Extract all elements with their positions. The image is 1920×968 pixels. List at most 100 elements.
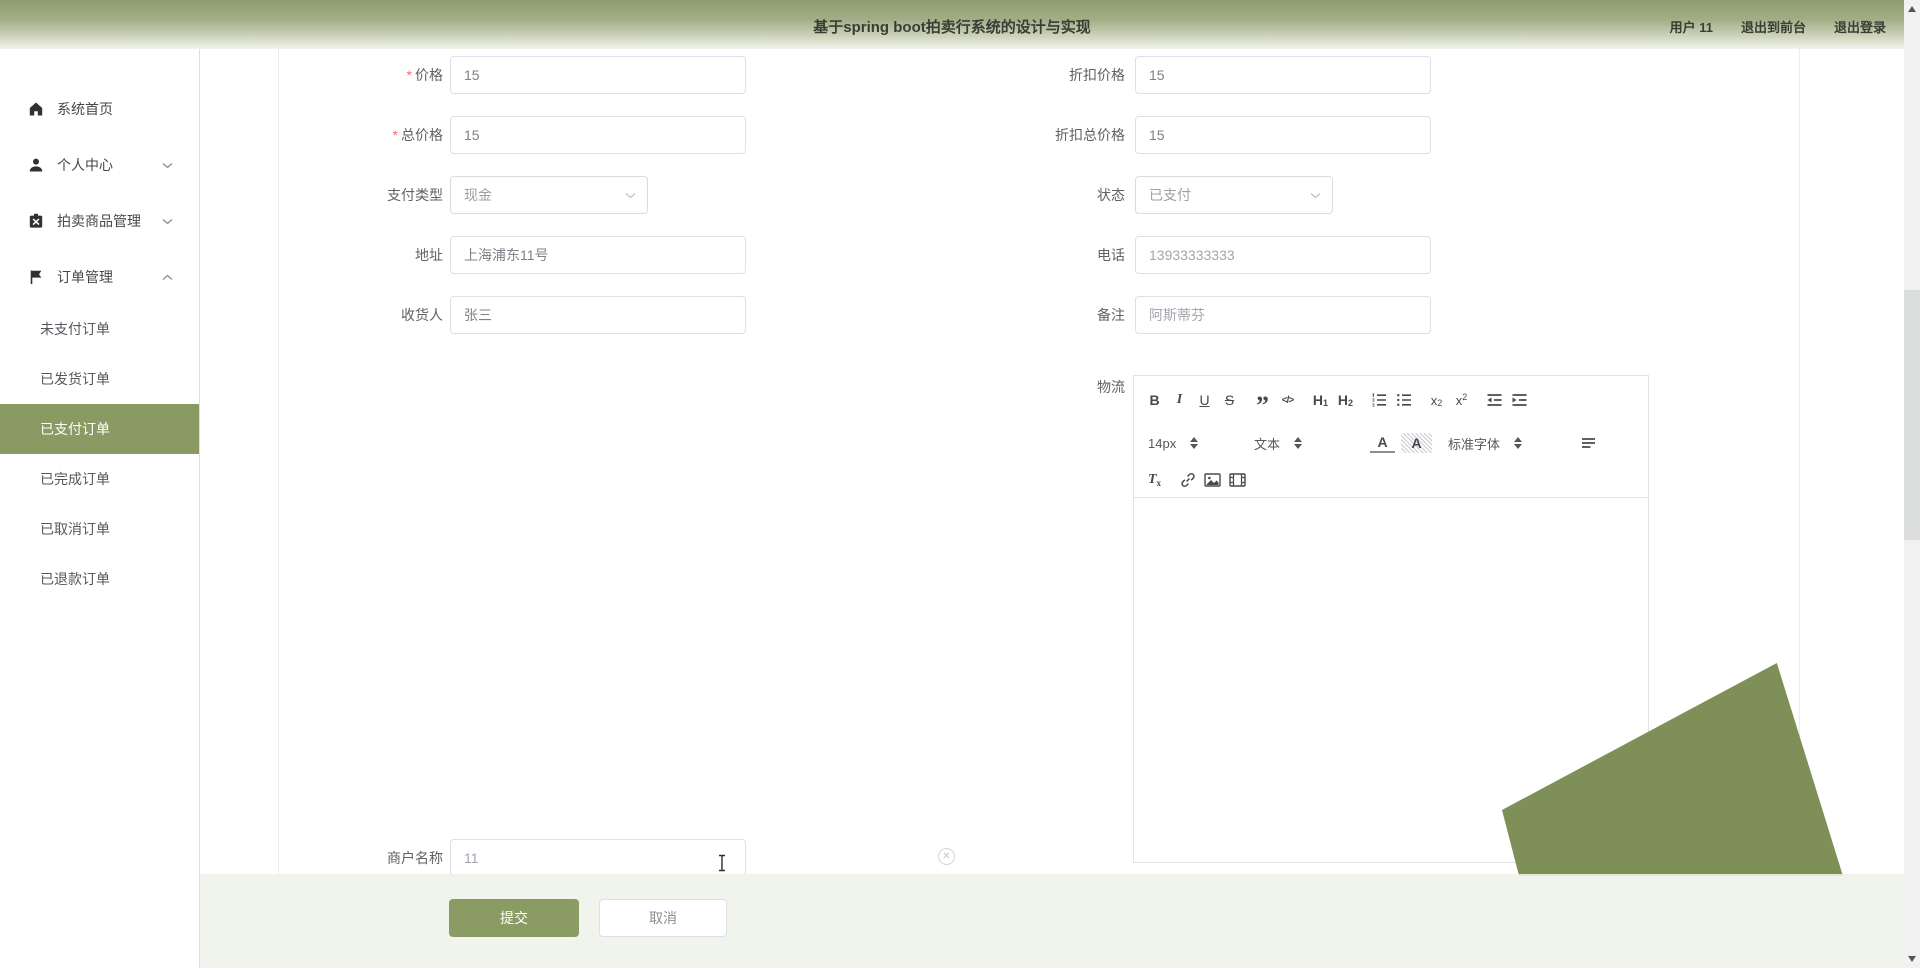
video-icon[interactable] <box>1225 471 1250 489</box>
indent-icon[interactable] <box>1507 391 1532 409</box>
link-icon[interactable] <box>1175 471 1200 489</box>
header1-icon[interactable]: H1 <box>1308 391 1333 409</box>
sidebar-subitem-cancelled-orders[interactable]: 已取消订单 <box>0 504 199 554</box>
total-price-input[interactable] <box>450 116 746 154</box>
status-value: 已支付 <box>1149 187 1191 203</box>
format-value: 文本 <box>1254 436 1281 452</box>
discount-price-input[interactable] <box>1135 56 1431 94</box>
sidebar-item-label: 个人中心 <box>57 157 113 173</box>
scrollbar-down-arrow-icon[interactable] <box>1908 956 1916 962</box>
align-icon[interactable] <box>1576 434 1601 452</box>
clear-circle-icon[interactable]: ✕ <box>938 848 955 865</box>
sidebar-subitem-label: 已取消订单 <box>40 521 110 537</box>
required-asterisk: * <box>406 67 412 83</box>
underline-icon[interactable]: U <box>1192 391 1217 409</box>
outdent-icon[interactable] <box>1482 391 1507 409</box>
italic-icon[interactable]: I <box>1167 391 1192 409</box>
subscript-icon[interactable]: x2 <box>1424 391 1449 409</box>
updown-icon <box>1294 437 1303 449</box>
merchant-name-input[interactable] <box>450 839 746 877</box>
ordered-list-icon[interactable] <box>1366 391 1391 409</box>
consignee-label: 收货人 <box>401 307 443 323</box>
home-icon <box>28 101 44 117</box>
logistics-label: 物流 <box>1097 379 1125 395</box>
image-icon[interactable] <box>1200 471 1225 489</box>
sidebar-subitem-shipped-orders[interactable]: 已发货订单 <box>0 354 199 404</box>
top-links: 用户 11 退出到前台 退出登录 <box>1670 17 1886 36</box>
strikethrough-icon[interactable]: S <box>1217 391 1242 409</box>
chevron-up-icon <box>162 274 173 281</box>
consignee-input[interactable] <box>450 296 746 334</box>
logout-link[interactable]: 退出登录 <box>1834 17 1886 36</box>
updown-icon <box>1190 437 1199 449</box>
bullet-list-icon[interactable] <box>1391 391 1416 409</box>
sidebar-item-label: 系统首页 <box>57 101 113 117</box>
address-input[interactable] <box>450 236 746 274</box>
address-label: 地址 <box>415 247 443 263</box>
chevron-down-icon <box>1310 192 1321 198</box>
pay-type-label: 支付类型 <box>387 187 443 203</box>
phone-input[interactable] <box>1135 236 1431 274</box>
discount-price-label: 折扣价格 <box>1069 67 1125 83</box>
updown-icon <box>1514 437 1523 449</box>
box-icon <box>28 213 44 229</box>
scrollbar-up-arrow-icon[interactable] <box>1908 6 1916 12</box>
user-icon <box>28 157 44 173</box>
font-size-value: 14px <box>1148 435 1177 451</box>
price-input[interactable] <box>450 56 746 94</box>
sidebar-subitem-label: 已完成订单 <box>40 471 110 487</box>
user-link[interactable]: 用户 11 <box>1670 17 1713 36</box>
pay-type-value: 现金 <box>464 187 492 203</box>
phone-label: 电话 <box>1097 247 1125 263</box>
editor-toolbar: B I U S ” </> H1 H2 x2 x2 14px 文本 A A 标准… <box>1134 376 1648 498</box>
scrollbar-thumb[interactable] <box>1904 290 1920 540</box>
remark-input[interactable] <box>1135 296 1431 334</box>
sidebar-item-label: 拍卖商品管理 <box>57 213 141 229</box>
pay-type-select[interactable]: 现金 <box>450 176 648 214</box>
discount-total-label: 折扣总价格 <box>1055 127 1125 143</box>
sidebar-item-home[interactable]: 系统首页 <box>0 84 199 134</box>
bold-icon[interactable]: B <box>1142 391 1167 409</box>
cancel-button[interactable]: 取消 <box>599 899 727 937</box>
clean-format-icon[interactable]: Tx <box>1142 471 1167 489</box>
page-scrollbar <box>1904 0 1920 968</box>
required-asterisk: * <box>392 127 398 143</box>
page-title: 基于spring boot拍卖行系统的设计与实现 <box>813 19 1091 36</box>
sidebar-subitem-label: 未支付订单 <box>40 321 110 337</box>
highlight-color-icon[interactable]: A <box>1401 433 1432 453</box>
text-color-icon[interactable]: A <box>1370 433 1395 453</box>
top-bar: 基于spring boot拍卖行系统的设计与实现 用户 11 退出到前台 退出登… <box>0 0 1904 49</box>
sidebar-subitem-label: 已退款订单 <box>40 571 110 587</box>
header2-icon[interactable]: H2 <box>1333 391 1358 409</box>
status-select[interactable]: 已支付 <box>1135 176 1333 214</box>
sidebar-item-label: 订单管理 <box>57 269 113 285</box>
format-select[interactable]: 文本 <box>1254 434 1350 452</box>
discount-total-input[interactable] <box>1135 116 1431 154</box>
superscript-icon[interactable]: x2 <box>1449 391 1474 409</box>
sidebar: 系统首页 个人中心 拍卖商品管理 订单管理 未支付订单 已发货订单 已支付订单 … <box>0 49 200 968</box>
flag-icon <box>28 269 44 285</box>
sidebar-subitem-unpaid-orders[interactable]: 未支付订单 <box>0 304 199 354</box>
merchant-name-label: 商户名称 <box>387 850 443 866</box>
status-label: 状态 <box>1097 187 1125 203</box>
sidebar-item-orders[interactable]: 订单管理 <box>0 252 199 302</box>
sidebar-subitem-paid-orders[interactable]: 已支付订单 <box>0 404 199 454</box>
sidebar-item-profile[interactable]: 个人中心 <box>0 140 199 190</box>
sidebar-subitem-refunded-orders[interactable]: 已退款订单 <box>0 554 199 604</box>
code-icon[interactable]: </> <box>1275 391 1300 409</box>
submit-button[interactable]: 提交 <box>449 899 579 937</box>
font-family-value: 标准字体 <box>1448 436 1501 452</box>
total-price-label: * 总价格 <box>392 127 443 143</box>
sidebar-subitem-label: 已支付订单 <box>40 421 110 437</box>
remark-label: 备注 <box>1097 307 1125 323</box>
price-label: * 价格 <box>406 67 443 83</box>
chevron-down-icon <box>625 192 636 198</box>
font-size-select[interactable]: 14px <box>1148 434 1230 452</box>
sidebar-item-auction-goods[interactable]: 拍卖商品管理 <box>0 196 199 246</box>
sidebar-subitem-label: 已发货订单 <box>40 371 110 387</box>
sidebar-subitem-completed-orders[interactable]: 已完成订单 <box>0 454 199 504</box>
blockquote-icon[interactable]: ” <box>1250 385 1275 419</box>
font-family-select[interactable]: 标准字体 <box>1448 434 1560 452</box>
admin-page: 基于spring boot拍卖行系统的设计与实现 用户 11 退出到前台 退出登… <box>0 0 1920 968</box>
exit-to-front-link[interactable]: 退出到前台 <box>1741 17 1806 36</box>
